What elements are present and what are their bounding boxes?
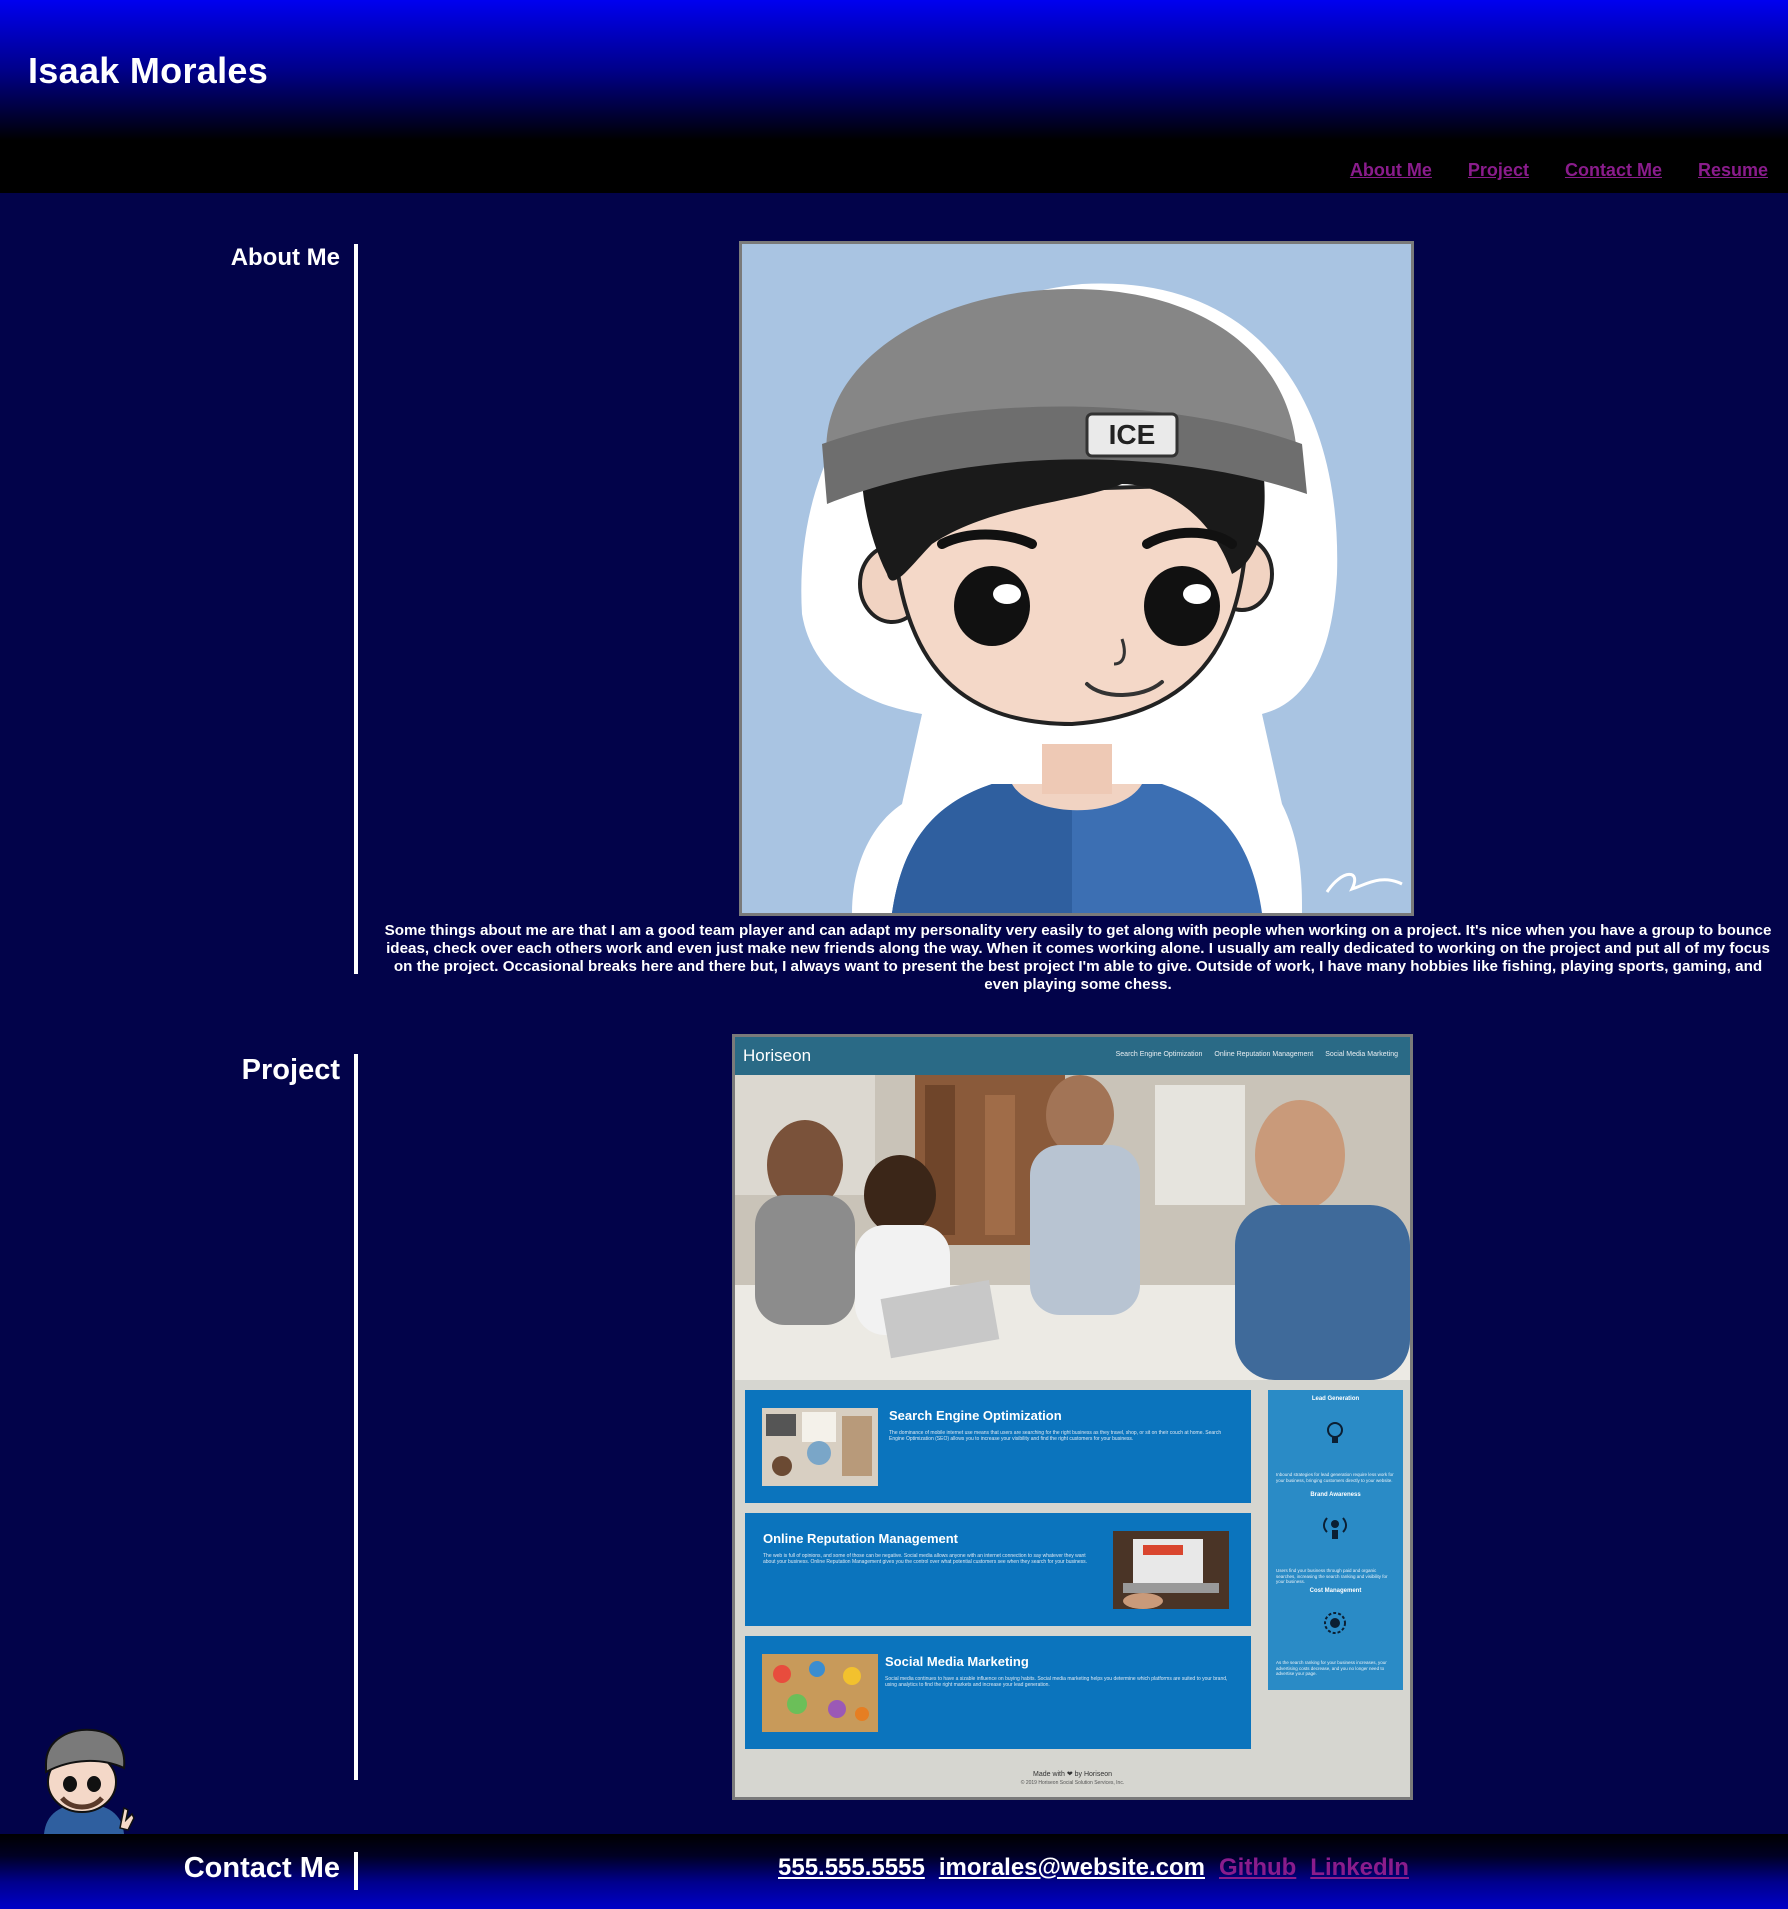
nav-link-resume[interactable]: Resume: [1698, 160, 1768, 180]
broadcast-icon: [1323, 1517, 1347, 1539]
project-divider: [354, 1054, 358, 1780]
project-preview-copyright: © 2019 Horiseon Social Solution Services…: [1020, 1780, 1125, 1786]
project-preview-card-title: Online Reputation Management: [763, 1531, 959, 1546]
project-preview-brand: Horiseon: [743, 1046, 812, 1065]
waving-avatar-icon: [44, 1728, 135, 1834]
project-preview-side-body: Inbound strategies for lead generation r…: [1276, 1472, 1394, 1483]
project-preview-card-title: Search Engine Optimization: [889, 1408, 1062, 1423]
project-preview-side-body: As the search ranking for your business …: [1276, 1660, 1387, 1676]
contact-divider: [354, 1852, 358, 1890]
project-preview-side-title: Cost Management: [1309, 1588, 1362, 1594]
site-header: Isaak Morales About Me Project Contact Me R…: [0, 0, 1788, 193]
nav-link-contact-me[interactable]: Contact Me: [1565, 160, 1662, 180]
profile-portrait: ICE: [739, 241, 1414, 916]
about-heading: About Me: [230, 244, 340, 271]
contact-links: 555.555.5555 imorales@website.com Github Li…: [778, 1854, 1423, 1882]
github-link[interactable]: Github: [1219, 1854, 1296, 1881]
about-paragraph: Some things about me are that I am a goo…: [384, 922, 1772, 993]
money-gear-icon: [1324, 1612, 1346, 1634]
email-link[interactable]: imorales@website.com: [939, 1854, 1205, 1881]
phone-link[interactable]: 555.555.5555: [778, 1854, 925, 1881]
main-nav: About Me Project Contact Me Resume: [1314, 160, 1768, 181]
project-preview-card-body: Social media continues to have a sizable…: [885, 1676, 1228, 1688]
reputation-thumbnail-image: [1113, 1531, 1229, 1609]
project-preview-nav-item: Online Reputation Management: [1214, 1051, 1314, 1058]
project-preview-header: Horiseon Search Engine Optimization Onlin…: [735, 1037, 1410, 1075]
avatar-illustration: ICE: [742, 244, 1411, 913]
project-preview-side-body: Users find your business through paid an…: [1276, 1568, 1388, 1584]
project-preview-side-title: Lead Generation: [1311, 1396, 1360, 1402]
hat-label: ICE: [1109, 419, 1156, 450]
contact-heading: Contact Me: [183, 1852, 340, 1884]
project-preview-nav: Search Engine Optimization Online Reputat…: [1104, 1051, 1398, 1058]
site-title: Isaak Morales: [28, 50, 269, 91]
linkedin-link[interactable]: LinkedIn: [1310, 1854, 1409, 1881]
project-heading: Project: [241, 1054, 340, 1086]
project-preview-nav-item: Search Engine Optimization: [1115, 1051, 1203, 1058]
seo-thumbnail-image: [762, 1408, 878, 1486]
project-screenshot-link[interactable]: Horiseon Search Engine Optimization Onlin…: [732, 1034, 1413, 1800]
project-preview-hero-image: [735, 1075, 1410, 1380]
project-preview-nav-item: Social Media Marketing: [1325, 1051, 1398, 1058]
lightbulb-icon: [1327, 1422, 1343, 1443]
project-preview-card-body: The web is full of opinions, and some of…: [763, 1553, 1088, 1565]
nav-link-project[interactable]: Project: [1468, 160, 1529, 180]
project-preview-card: Social Media Marketing Social media cont…: [745, 1636, 1251, 1749]
about-divider: [354, 244, 358, 974]
project-preview-sidebar: Lead Generation Inbound strategies for l…: [1268, 1390, 1403, 1690]
project-preview-card-body: The dominance of mobile internet use mea…: [889, 1430, 1222, 1442]
project-preview-card-title: Social Media Marketing: [885, 1654, 1029, 1669]
project-preview-card: Search Engine Optimization The dominance…: [745, 1390, 1251, 1503]
social-media-thumbnail-image: [762, 1654, 878, 1732]
project-preview-card: Online Reputation Management The web is …: [745, 1513, 1251, 1626]
project-preview-side-title: Brand Awareness: [1310, 1492, 1361, 1498]
project-preview-footer: Made with ❤ by Horiseon: [1032, 1771, 1112, 1778]
nav-link-about-me[interactable]: About Me: [1350, 160, 1432, 180]
